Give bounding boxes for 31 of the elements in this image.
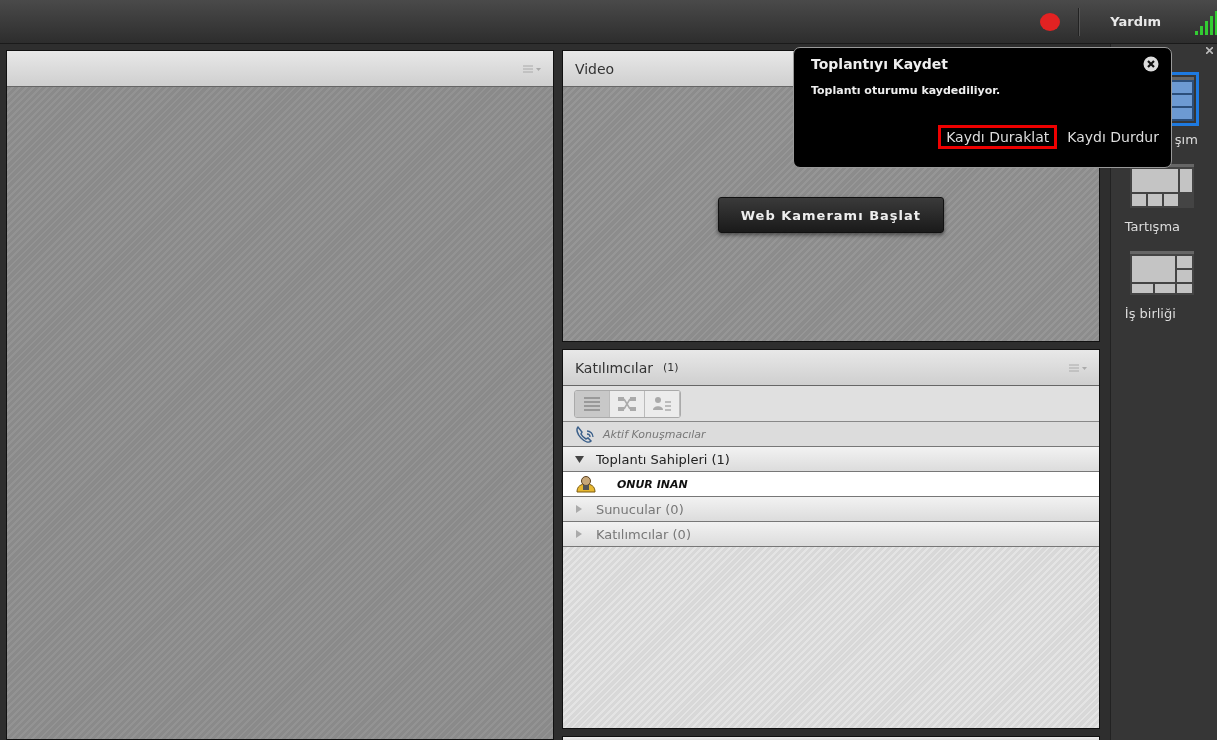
pod-title: Video [574, 60, 615, 77]
recording-indicator[interactable] [1040, 12, 1061, 31]
close-icon[interactable] [1143, 56, 1159, 72]
collapsed-arrow-icon[interactable] [574, 530, 584, 538]
map-view-button[interactable] [609, 390, 645, 417]
group-label[interactable]: Sunucular (0) [595, 501, 684, 517]
help-menu[interactable]: Yardım [1110, 14, 1161, 29]
list-view-button[interactable] [574, 390, 610, 417]
layout-label[interactable]: Tartışma [1124, 219, 1217, 234]
close-icon[interactable] [1206, 47, 1213, 54]
attendee-name[interactable]: ONUR INAN [616, 477, 688, 491]
layout-label[interactable]: şım [1174, 132, 1217, 147]
collapsed-arrow-icon[interactable] [574, 505, 584, 513]
expanded-arrow-icon[interactable] [574, 455, 584, 463]
layout-label[interactable]: İş birliği [1124, 306, 1217, 321]
stop-recording-button[interactable]: Kaydı Durdur [1059, 125, 1167, 149]
host-icon [574, 475, 597, 493]
attendee-count: (1) [663, 361, 679, 374]
pod-title: Katılımcılar [574, 359, 653, 376]
active-speakers-label: Aktif Konuşmacılar [602, 427, 706, 441]
popup-title: Toplantıyı Kaydet [811, 56, 949, 72]
group-label[interactable]: Toplantı Sahipleri (1) [595, 451, 730, 467]
pod-menu-icon[interactable] [1068, 363, 1087, 372]
pod-menu-icon[interactable] [522, 64, 541, 73]
signal-icon [1195, 11, 1217, 37]
pause-recording-button[interactable]: Kaydı Duraklat [938, 125, 1058, 149]
group-label[interactable]: Katılımcılar (0) [595, 526, 691, 542]
popup-message: Toplantı oturumu kaydediliyor. [811, 84, 1002, 97]
start-webcam-button[interactable]: Web Kameramı Başlat [717, 197, 944, 233]
phone-icon [574, 425, 595, 443]
card-view-button[interactable] [644, 390, 680, 417]
